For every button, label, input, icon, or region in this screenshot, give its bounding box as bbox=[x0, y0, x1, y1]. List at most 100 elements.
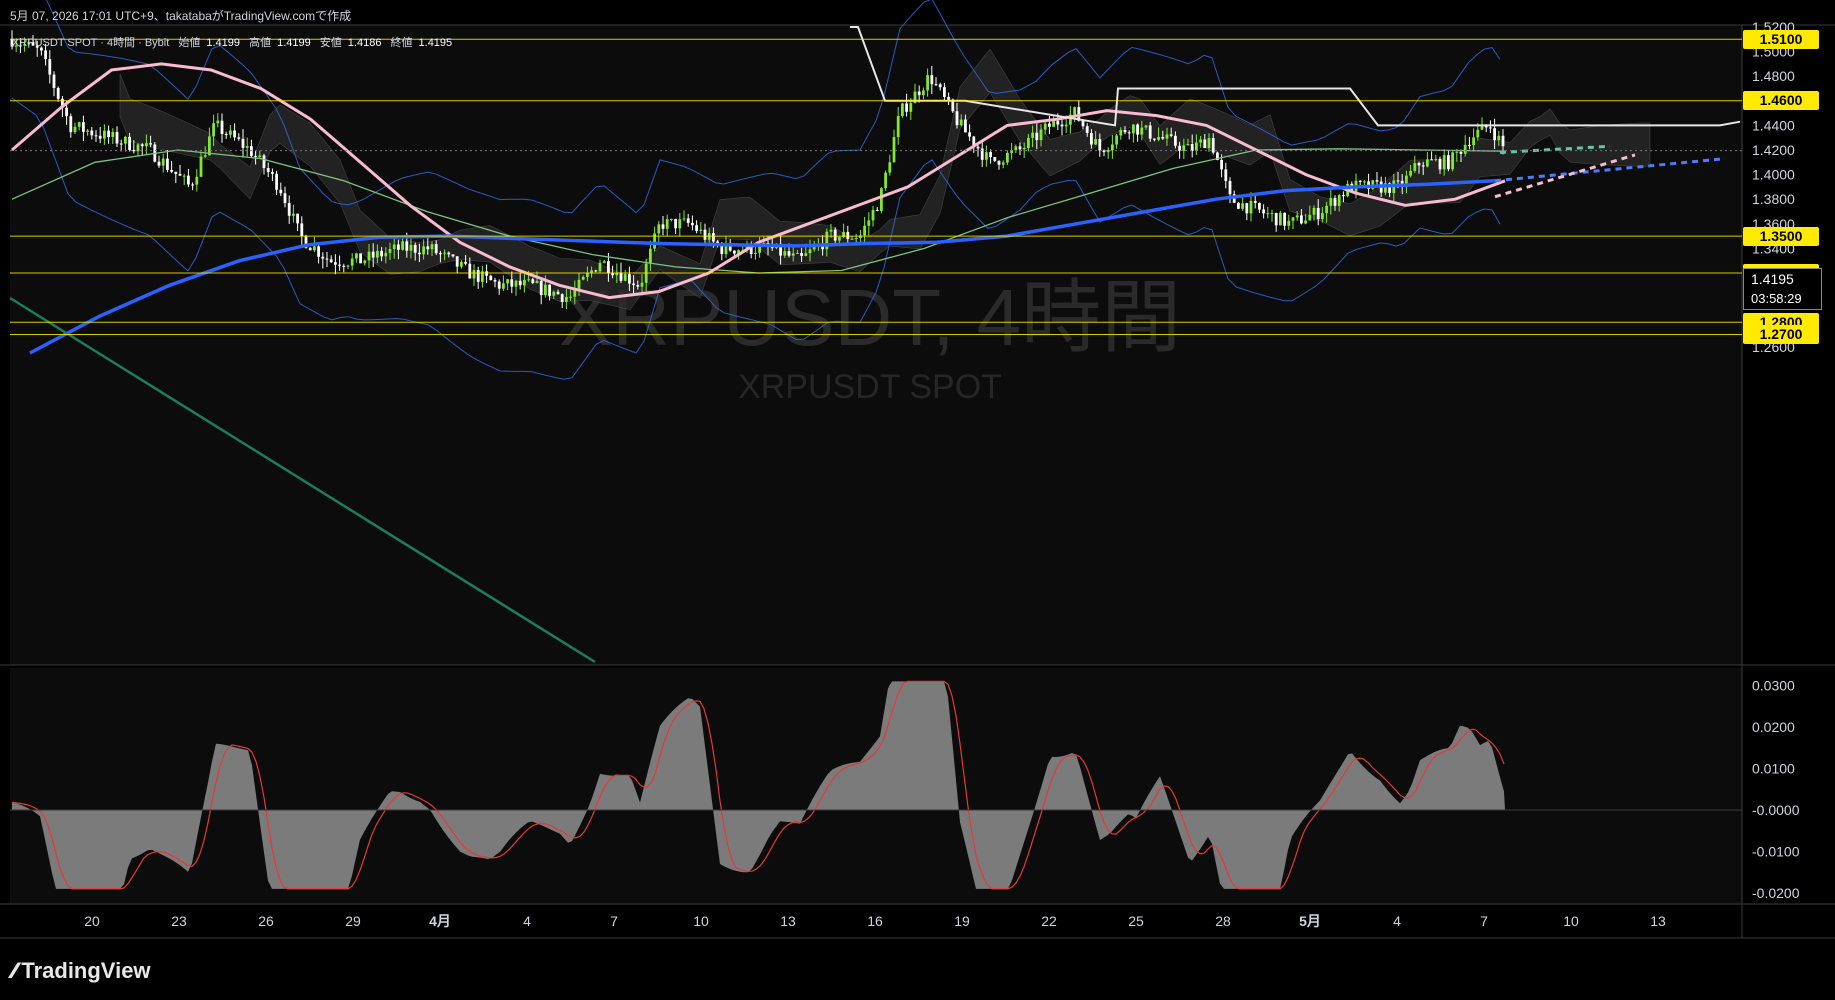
candle-body bbox=[804, 253, 808, 256]
candle-body bbox=[1291, 217, 1295, 221]
candle-body bbox=[77, 122, 81, 127]
candle-body bbox=[556, 291, 560, 295]
candle-body bbox=[69, 116, 73, 133]
candle-body bbox=[846, 231, 850, 239]
candle-body bbox=[875, 209, 879, 211]
candle-body bbox=[1220, 160, 1223, 170]
level-tag: 1.2700 bbox=[1743, 325, 1819, 344]
candle-body bbox=[1169, 134, 1173, 136]
chart-canvas[interactable]: XRPUSDT, 4時間 XRPUSDT SPOT 0.0300 0.0200 0.… bbox=[0, 0, 1835, 1000]
time-tick-label: 25 bbox=[1128, 913, 1144, 929]
candle-body bbox=[1161, 136, 1165, 139]
candle-body bbox=[98, 135, 102, 139]
close-value: 1.4195 bbox=[418, 37, 453, 49]
candle-body bbox=[191, 184, 194, 186]
candle-body bbox=[640, 282, 644, 287]
candle-body bbox=[497, 281, 501, 289]
candle-body bbox=[1098, 139, 1102, 151]
candle-body bbox=[44, 50, 47, 60]
candle-body bbox=[1249, 200, 1253, 214]
candle-body bbox=[250, 146, 253, 157]
candle-body bbox=[119, 143, 123, 145]
candle-body bbox=[329, 259, 333, 263]
symbol-info[interactable]: XRPUSDT SPOT · 4時間 · Bybit 始値 1.4199 高値 1.… bbox=[12, 34, 458, 50]
candle-body bbox=[1426, 159, 1429, 167]
candle-body bbox=[342, 265, 346, 267]
candle-body bbox=[1085, 126, 1089, 134]
candle bbox=[901, 102, 904, 118]
candle-body bbox=[1262, 209, 1265, 214]
candle bbox=[1279, 210, 1282, 226]
candle-body bbox=[985, 152, 988, 160]
candle-body bbox=[82, 122, 85, 132]
candle-body bbox=[451, 254, 455, 257]
candle-body bbox=[426, 246, 430, 250]
candle-body bbox=[1333, 197, 1337, 206]
candle-body bbox=[552, 291, 556, 296]
tradingview-logo[interactable]: ⁄⁄ TradingView bbox=[12, 958, 151, 984]
candle-body bbox=[888, 162, 892, 173]
candle-body bbox=[208, 136, 211, 156]
candle-body bbox=[993, 157, 997, 161]
osc-tick-label: -0.0200 bbox=[1752, 885, 1800, 901]
symbol-name[interactable]: XRPUSDT SPOT · 4時間 · Bybit bbox=[12, 37, 169, 49]
candle-body bbox=[371, 251, 375, 258]
candle-body bbox=[65, 107, 68, 117]
candle-body bbox=[791, 253, 795, 256]
open-value: 1.4199 bbox=[206, 37, 241, 49]
candle-body bbox=[703, 229, 707, 240]
candle-body bbox=[73, 126, 77, 133]
time-tick-label: 13 bbox=[780, 913, 796, 929]
candle-body bbox=[1375, 180, 1379, 182]
candle-body bbox=[531, 279, 535, 283]
candle-body bbox=[1102, 150, 1106, 153]
candle-body bbox=[229, 130, 232, 135]
candle-body bbox=[350, 258, 354, 266]
candle-body bbox=[485, 271, 488, 276]
time-tick-label: 4月 bbox=[429, 913, 451, 929]
candle-body bbox=[1438, 158, 1442, 170]
candle-body bbox=[607, 261, 610, 274]
candle bbox=[1451, 151, 1454, 172]
candle-body bbox=[359, 253, 362, 264]
candle-body bbox=[934, 84, 938, 86]
candle-body bbox=[1501, 135, 1505, 147]
candle-body bbox=[947, 96, 950, 100]
candle-body bbox=[1144, 125, 1148, 128]
candle-body bbox=[275, 173, 278, 190]
low-value: 1.4186 bbox=[347, 37, 382, 49]
time-tick-label: 20 bbox=[84, 913, 100, 929]
candle-body bbox=[527, 279, 530, 281]
candle-body bbox=[964, 119, 967, 133]
candle-body bbox=[313, 246, 316, 251]
candle-body bbox=[1287, 220, 1291, 226]
candle-body bbox=[166, 158, 169, 170]
candle-body bbox=[271, 172, 274, 174]
candle-body bbox=[959, 119, 963, 126]
candle-body bbox=[149, 143, 152, 145]
candle-body bbox=[338, 264, 341, 266]
candle-body bbox=[292, 213, 295, 216]
last-price-label: 1.4195 03:58:29 bbox=[1743, 268, 1822, 310]
candle-body bbox=[1031, 132, 1034, 138]
candle-body bbox=[922, 90, 925, 96]
candle-body bbox=[392, 244, 396, 250]
candle-body bbox=[468, 263, 472, 279]
candle-body bbox=[1253, 200, 1257, 203]
candle-body bbox=[157, 161, 161, 166]
candle-body bbox=[1274, 213, 1278, 226]
candle-body bbox=[1132, 124, 1135, 134]
candle-body bbox=[489, 275, 493, 281]
candle-body bbox=[367, 251, 371, 261]
candle-body bbox=[220, 120, 224, 135]
candle-body bbox=[880, 188, 883, 211]
candle-body bbox=[258, 155, 262, 157]
candle-body bbox=[514, 280, 518, 287]
candle-body bbox=[1119, 129, 1123, 136]
candle-body bbox=[1455, 151, 1459, 153]
candle-body bbox=[1430, 159, 1433, 161]
level-tag: 1.5100 bbox=[1743, 29, 1819, 49]
osc-tick-label: -0.0100 bbox=[1752, 844, 1800, 860]
candle-body bbox=[300, 223, 304, 237]
candle-body bbox=[401, 241, 404, 250]
